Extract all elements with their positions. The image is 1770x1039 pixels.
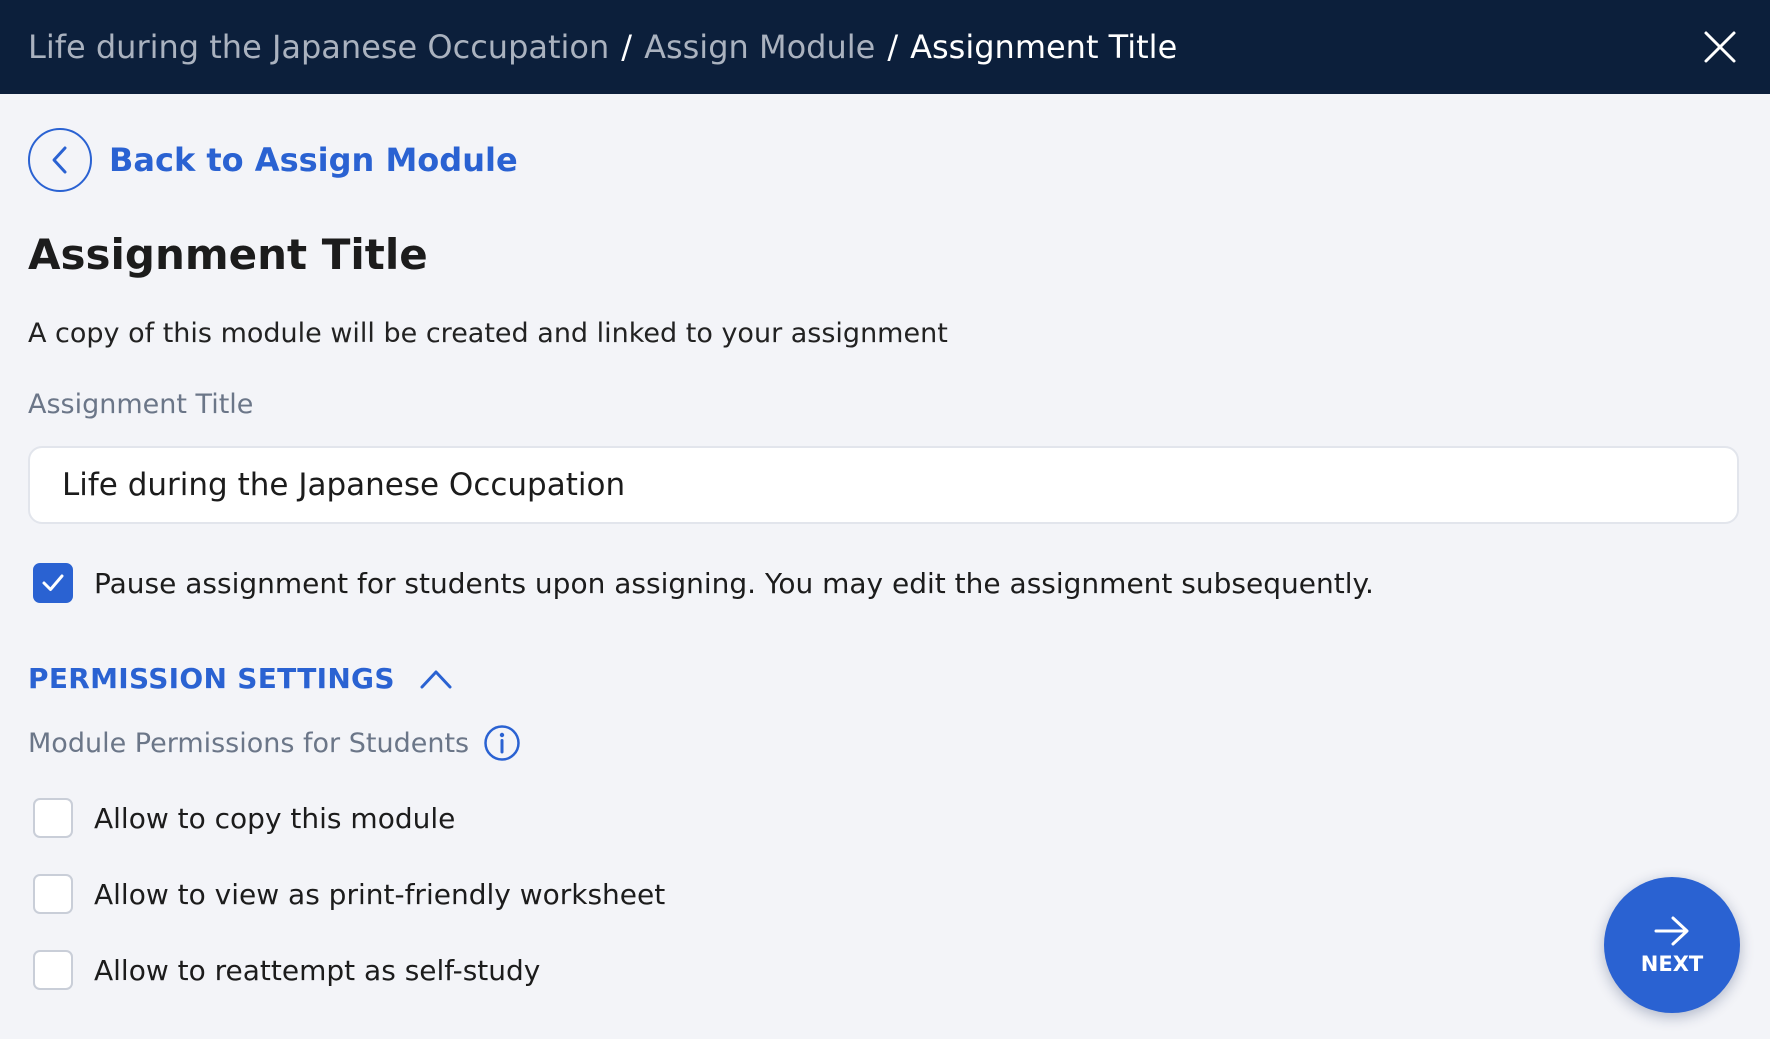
- page-subtitle: A copy of this module will be created an…: [28, 318, 948, 349]
- page-title: Assignment Title: [28, 230, 428, 279]
- permission-settings-title: PERMISSION SETTINGS: [28, 662, 395, 695]
- assignment-title-input[interactable]: [28, 446, 1739, 524]
- pause-assignment-label: Pause assignment for students upon assig…: [94, 566, 1374, 600]
- permission-copy-checkbox[interactable]: [33, 798, 73, 838]
- close-icon: [1704, 31, 1736, 63]
- permission-print-checkbox[interactable]: [33, 874, 73, 914]
- next-button-label: NEXT: [1640, 952, 1704, 976]
- checkmark-icon: [42, 574, 64, 591]
- top-bar: Life during the Japanese Occupation / As…: [0, 0, 1770, 94]
- module-permissions-label: Module Permissions for Students: [28, 727, 470, 759]
- permission-copy-label: Allow to copy this module: [94, 801, 456, 835]
- breadcrumb-item-assign-module[interactable]: Assign Module: [644, 28, 875, 66]
- next-button[interactable]: NEXT: [1604, 877, 1740, 1013]
- permission-reattempt-checkbox[interactable]: [33, 950, 73, 990]
- permission-settings-toggle[interactable]: PERMISSION SETTINGS: [28, 662, 453, 695]
- info-icon[interactable]: [483, 724, 521, 762]
- pause-assignment-option[interactable]: Pause assignment for students upon assig…: [33, 563, 1374, 603]
- module-permissions-heading: Module Permissions for Students: [28, 724, 521, 762]
- permission-option-copy[interactable]: Allow to copy this module: [33, 798, 455, 838]
- chevron-left-icon: [52, 146, 67, 174]
- permission-option-reattempt[interactable]: Allow to reattempt as self-study: [33, 950, 540, 990]
- chevron-up-icon: [420, 670, 452, 688]
- permission-reattempt-label: Allow to reattempt as self-study: [94, 953, 541, 987]
- permission-option-print[interactable]: Allow to view as print-friendly workshee…: [33, 874, 665, 914]
- breadcrumb-separator: /: [887, 28, 899, 66]
- assignment-title-label: Assignment Title: [28, 389, 254, 420]
- close-button[interactable]: [1700, 27, 1740, 67]
- pause-assignment-checkbox[interactable]: [33, 563, 73, 603]
- permission-print-label: Allow to view as print-friendly workshee…: [94, 877, 666, 911]
- breadcrumb-separator: /: [621, 28, 633, 66]
- breadcrumb-item-current: Assignment Title: [910, 28, 1178, 66]
- back-link-label[interactable]: Back to Assign Module: [109, 141, 518, 179]
- breadcrumb-item-module[interactable]: Life during the Japanese Occupation: [28, 28, 609, 66]
- back-button[interactable]: [28, 128, 92, 192]
- back-to-assign-module-link[interactable]: Back to Assign Module: [28, 128, 518, 192]
- arrow-right-icon: [1654, 916, 1689, 946]
